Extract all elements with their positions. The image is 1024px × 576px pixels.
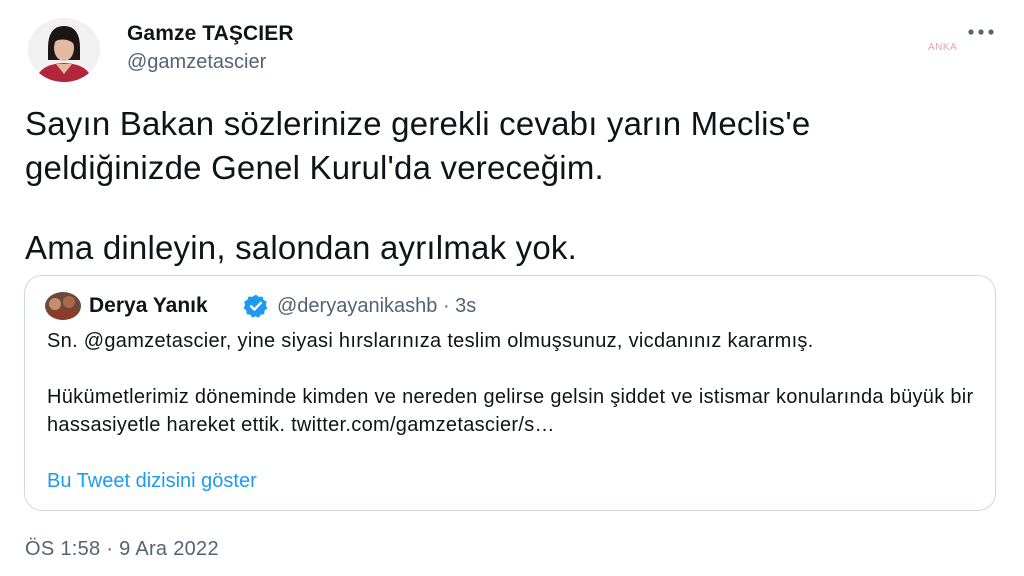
author-handle[interactable]: @gamzetascier xyxy=(127,51,266,74)
quote-author-name: Derya Yanık xyxy=(89,294,208,317)
quote-author-handle-time: @deryayanikashb · 3s xyxy=(277,295,477,317)
tweet-paragraph-2: Ama dinleyin, salondan ayrılmak yok. xyxy=(25,229,577,266)
show-thread-link[interactable]: Bu Tweet dizisini göster xyxy=(47,470,257,493)
tweet-page: Gamze TAŞCIER @gamzetascier ANKA Sayın B… xyxy=(0,0,1024,576)
tweet-paragraph-1: Sayın Bakan sözlerinize gerekli cevabı y… xyxy=(25,105,811,186)
verified-badge-icon xyxy=(243,294,268,318)
tweet-timestamp[interactable]: ÖS 1:58 · 9 Ara 2022 xyxy=(25,538,219,561)
author-avatar[interactable] xyxy=(28,18,100,82)
quote-author-avatar xyxy=(45,292,81,320)
tweet-text: Sayın Bakan sözlerinize gerekli cevabı y… xyxy=(25,102,985,270)
more-dots-icon[interactable] xyxy=(966,26,996,38)
quote-paragraph-2: Hükümetlerimiz döneminde kimden ve nered… xyxy=(47,386,974,436)
quote-text: Sn. @gamzetascier, yine siyasi hırsların… xyxy=(47,327,977,439)
watermark-logo: ANKA xyxy=(928,42,958,53)
quoted-tweet-card[interactable]: Derya Yanık @deryayanikashb · 3s Sn. @ga… xyxy=(24,275,996,511)
author-name[interactable]: Gamze TAŞCIER xyxy=(127,22,294,46)
quote-paragraph-1: Sn. @gamzetascier, yine siyasi hırsların… xyxy=(47,330,814,352)
